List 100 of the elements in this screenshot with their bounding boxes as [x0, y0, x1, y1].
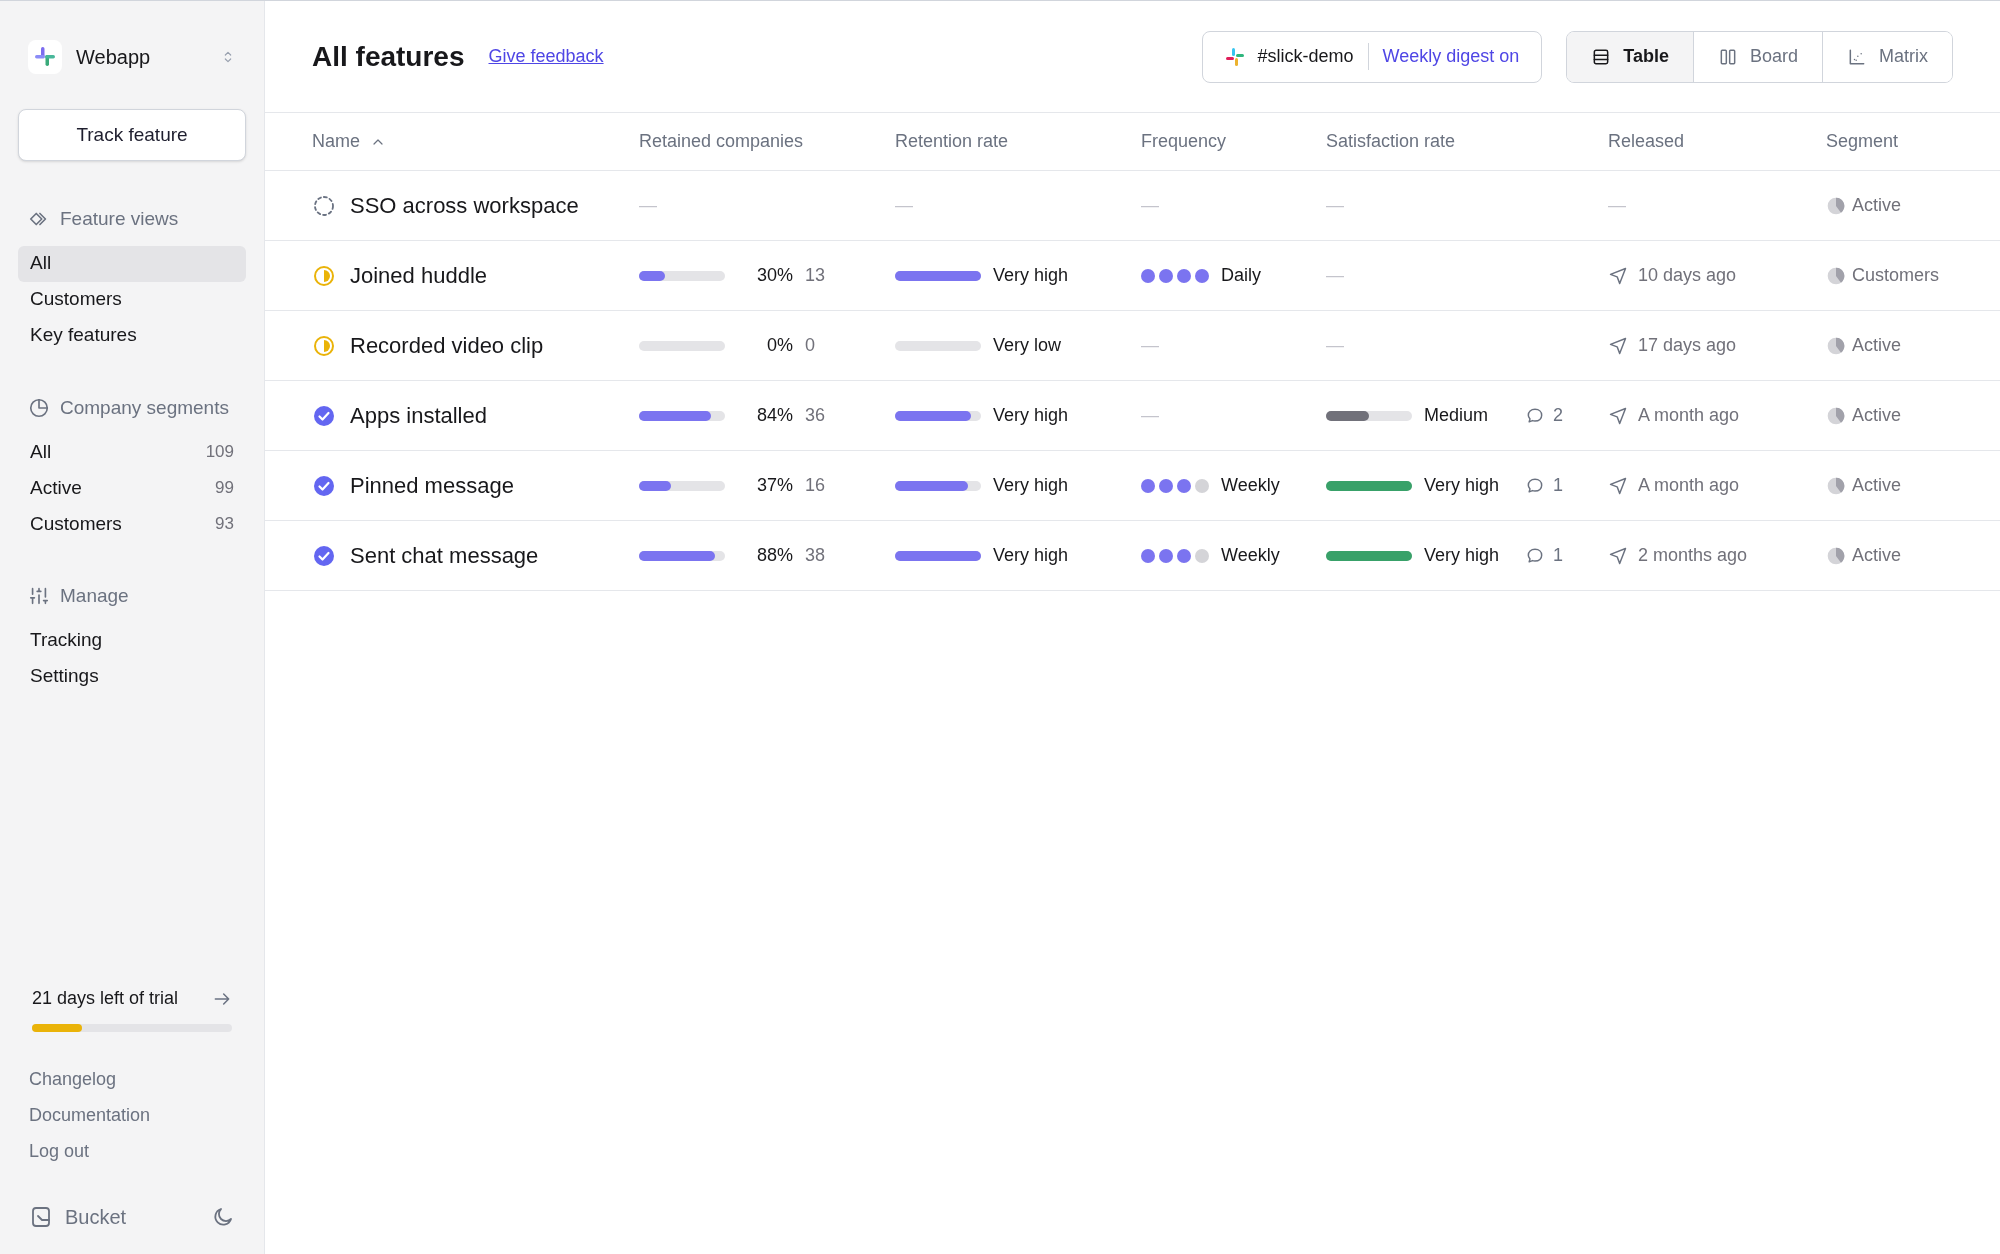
- sidebar-item[interactable]: All: [18, 245, 246, 282]
- half-circle-icon: [312, 263, 336, 288]
- frequency-label: Daily: [1221, 264, 1261, 287]
- view-tab[interactable]: Table: [1567, 31, 1693, 82]
- empty-value: —: [1326, 334, 1344, 357]
- segment-name: Active: [1852, 334, 1902, 357]
- track-feature-button[interactable]: Track feature: [18, 109, 246, 161]
- satisfaction-label: Very high: [1424, 474, 1501, 497]
- sidebar-link[interactable]: Changelog: [29, 1066, 235, 1092]
- workspace-name: Webapp: [76, 45, 152, 70]
- column-header[interactable]: Frequency: [1141, 128, 1227, 155]
- release-date: A month ago: [1638, 474, 1740, 497]
- release-date: 10 days ago: [1638, 264, 1737, 287]
- section-title: Feature views: [60, 207, 179, 231]
- sidebar-item[interactable]: Customers 93: [18, 506, 246, 542]
- brand-name: Bucket: [65, 1205, 128, 1230]
- percent-value: 84%: [755, 404, 793, 427]
- company-count: 38: [805, 544, 826, 567]
- segment-name: Customers: [1852, 264, 1940, 287]
- app-logo: [28, 40, 62, 74]
- segment-name: Active: [1852, 474, 1902, 497]
- send-arrow-icon: [1608, 335, 1628, 356]
- empty-value: —: [1326, 194, 1344, 217]
- segment-name: Active: [1852, 194, 1902, 217]
- retention-label: Very high: [993, 404, 1069, 427]
- slack-channel-button[interactable]: #slick-demo Weekly digest on: [1202, 30, 1543, 83]
- retention-label: Very low: [993, 334, 1062, 357]
- comment-count: 1: [1553, 474, 1563, 497]
- section-title: Manage: [60, 584, 129, 608]
- percent-value: 88%: [755, 544, 793, 567]
- feature-name[interactable]: Recorded video clip: [350, 329, 544, 362]
- dashed-circle-icon: [312, 193, 336, 218]
- bucket-logo-icon: [29, 1205, 53, 1229]
- slack-logo-icon: [1225, 46, 1246, 67]
- percent-value: 0%: [766, 334, 793, 357]
- send-arrow-icon: [1608, 405, 1628, 426]
- column-header[interactable]: Segment: [1826, 128, 1899, 155]
- company-count: 0: [805, 334, 815, 357]
- company-count: 16: [805, 474, 826, 497]
- retention-label: Very high: [993, 474, 1069, 497]
- empty-value: —: [1608, 194, 1626, 217]
- release-date: 2 months ago: [1638, 544, 1748, 567]
- moon-icon: [211, 1205, 235, 1229]
- empty-value: —: [1141, 194, 1159, 217]
- percent-value: 30%: [755, 264, 793, 287]
- pie-chart-icon: [1826, 195, 1846, 216]
- column-header[interactable]: Satisfaction rate: [1326, 128, 1456, 155]
- pie-chart-icon: [1826, 475, 1846, 496]
- column-header[interactable]: Retention rate: [895, 128, 1009, 155]
- satisfaction-label: Medium: [1424, 404, 1490, 427]
- view-tab[interactable]: Matrix: [1822, 31, 1952, 82]
- send-arrow-icon: [1608, 475, 1628, 496]
- release-date: 17 days ago: [1638, 334, 1737, 357]
- retention-label: Very high: [993, 264, 1069, 287]
- feature-name[interactable]: Joined huddle: [350, 259, 487, 292]
- pie-chart-icon: [1826, 335, 1846, 356]
- retention-label: Very high: [993, 544, 1069, 567]
- feedback-link[interactable]: Give feedback: [488, 43, 604, 70]
- empty-value: —: [1141, 404, 1159, 427]
- sidebar-item[interactable]: Tracking: [18, 622, 246, 659]
- digest-status: Weekly digest on: [1381, 45, 1520, 68]
- sidebar-link[interactable]: Documentation: [29, 1102, 235, 1128]
- comment-count: 1: [1553, 544, 1563, 567]
- feature-name[interactable]: Sent chat message: [350, 539, 539, 572]
- send-arrow-icon: [1608, 265, 1628, 286]
- channel-name: #slick-demo: [1257, 43, 1369, 70]
- release-date: A month ago: [1638, 404, 1740, 427]
- empty-value: —: [639, 194, 657, 217]
- check-circle-icon: [312, 403, 336, 428]
- empty-value: —: [1141, 334, 1159, 357]
- sidebar-item[interactable]: All 109: [18, 434, 246, 470]
- sidebar-link[interactable]: Log out: [29, 1138, 235, 1164]
- feature-name[interactable]: Pinned message: [350, 469, 514, 502]
- column-header[interactable]: Retained companies: [639, 128, 804, 155]
- segment-name: Active: [1852, 544, 1902, 567]
- empty-value: —: [895, 194, 913, 217]
- sidebar-item[interactable]: Customers: [18, 281, 246, 318]
- check-circle-icon: [312, 473, 336, 498]
- check-circle-icon: [312, 543, 336, 568]
- pie-chart-icon: [1826, 545, 1846, 566]
- pie-chart-icon: [1826, 405, 1846, 426]
- trial-text: 21 days left of trial: [32, 987, 179, 1010]
- half-circle-icon: [312, 333, 336, 358]
- section-title: Company segments: [60, 395, 229, 420]
- satisfaction-label: Very high: [1424, 544, 1501, 567]
- frequency-label: Weekly: [1221, 474, 1280, 497]
- company-count: 36: [805, 404, 826, 427]
- pie-chart-icon: [1826, 265, 1846, 286]
- send-arrow-icon: [1608, 545, 1628, 566]
- feature-name[interactable]: SSO across workspace: [350, 189, 579, 222]
- column-header[interactable]: Released: [1608, 128, 1685, 155]
- frequency-label: Weekly: [1221, 544, 1280, 567]
- segment-name: Active: [1852, 404, 1902, 427]
- sidebar-item[interactable]: Settings: [18, 658, 246, 695]
- comment-count: 2: [1553, 404, 1563, 427]
- column-header[interactable]: Name: [312, 128, 360, 155]
- sidebar-item[interactable]: Active 99: [18, 470, 246, 506]
- sidebar-item[interactable]: Key features: [18, 317, 246, 354]
- page-title: All features: [312, 39, 465, 74]
- feature-name[interactable]: Apps installed: [350, 399, 487, 432]
